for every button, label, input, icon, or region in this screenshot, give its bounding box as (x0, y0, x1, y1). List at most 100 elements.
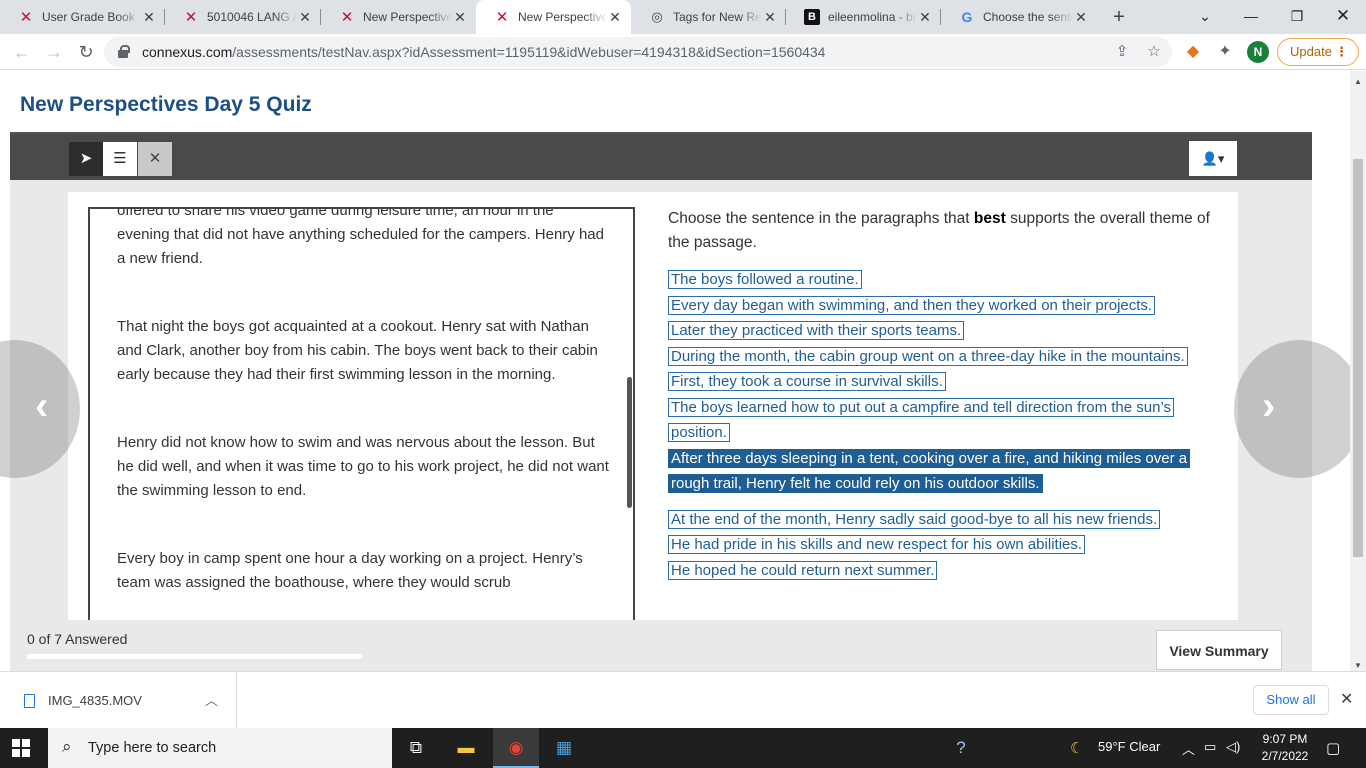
sentence-option[interactable]: He hoped he could return next summer. (668, 558, 1218, 584)
brainly-favicon-icon: B (804, 9, 820, 25)
sentence-option[interactable]: The boys followed a routine. (668, 267, 1218, 293)
close-tab-icon[interactable]: ✕ (1073, 9, 1089, 26)
sentence-option[interactable]: Every day began with swimming, and then … (668, 293, 1218, 319)
scroll-down-arrow-icon[interactable]: ▼ (1350, 661, 1366, 670)
cross-out-icon: ✕ (148, 150, 162, 167)
tab-strip: ✕ User Grade Book ✕ ✕ 5010046 LANG A ✕ ✕… (0, 0, 1366, 34)
sentence-option[interactable]: He had pride in his skills and new respe… (668, 532, 1218, 558)
progress-bar (27, 654, 362, 659)
eliminate-tool-button[interactable]: ✕ (138, 142, 172, 176)
passage-paragraph: Every boy in camp spent one hour a day w… (117, 550, 583, 591)
web-page: New Perspectives Day 5 Quiz ➤ ☰ ✕ 👤▾ off… (0, 71, 1350, 671)
download-item[interactable]: IMG_4835.MOV ︿ (0, 672, 237, 729)
passage-paragraph: offered to share his video game during l… (117, 207, 604, 267)
notes-tool-button[interactable]: ☰ (103, 142, 137, 176)
page-title: New Perspectives Day 5 Quiz (20, 93, 312, 116)
scroll-up-arrow-icon[interactable]: ▲ (1350, 77, 1366, 86)
user-menu-button[interactable]: 👤▾ (1189, 141, 1237, 176)
new-tab-button[interactable]: + (1106, 4, 1132, 30)
passage-text: offered to share his video game during l… (117, 207, 609, 620)
update-button[interactable]: Update ⋮ (1277, 38, 1359, 66)
connexus-favicon-icon: ✕ (495, 9, 509, 26)
passage-paragraph: Henry did not know how to swim and was n… (117, 434, 609, 499)
tab-user-grade-book[interactable]: ✕ User Grade Book ✕ (0, 0, 165, 34)
close-tab-icon[interactable]: ✕ (141, 9, 157, 26)
downloads-bar: IMG_4835.MOV ︿ Show all ✕ (0, 671, 1366, 729)
show-all-button[interactable]: Show all (1253, 685, 1329, 715)
chrome-icon[interactable]: ◉ (501, 733, 531, 763)
sentence-option[interactable]: During the month, the cabin group went o… (668, 344, 1218, 370)
sentence-option[interactable]: First, they took a course in survival sk… (668, 369, 1218, 395)
volume-icon[interactable]: ◁) (1226, 739, 1240, 755)
forward-button[interactable]: → (42, 40, 66, 64)
passage-panel[interactable]: offered to share his video game during l… (88, 207, 635, 620)
close-tab-icon[interactable]: ✕ (297, 9, 313, 26)
pointer-tool-button[interactable]: ➤ (69, 142, 103, 176)
lock-icon (118, 45, 130, 58)
url-text[interactable]: connexus.com/assessments/testNav.aspx?id… (142, 44, 825, 60)
close-tab-icon[interactable]: ✕ (452, 9, 468, 26)
connexus-favicon-icon: ✕ (340, 9, 354, 26)
answered-status: 0 of 7 Answered (27, 631, 128, 647)
minimize-button[interactable]: — (1228, 0, 1274, 34)
weather-status[interactable]: 59°F Clear (1098, 739, 1160, 754)
reload-button[interactable]: ↻ (74, 40, 98, 64)
question-panel: Choose the sentence in the paragraphs th… (668, 207, 1218, 583)
passage-scrollbar[interactable] (627, 377, 632, 508)
tab-new-perspectives-active[interactable]: ✕ New Perspectives ✕ (476, 0, 631, 34)
task-view-icon[interactable]: ⧉ (401, 733, 431, 763)
search-icon: ⌕ (62, 737, 72, 756)
close-window-button[interactable]: ✕ (1320, 0, 1366, 34)
question-prompt: Choose the sentence in the paragraphs th… (668, 210, 1210, 251)
network-icon[interactable]: ▭ (1204, 739, 1216, 755)
browser-toolbar: ← → ↻ connexus.com/assessments/testNav.a… (0, 34, 1366, 70)
chevron-up-icon[interactable]: ︿ (205, 690, 218, 709)
file-icon (24, 694, 35, 708)
bookmark-star-icon[interactable]: ☆ (1144, 42, 1164, 62)
sentence-option[interactable]: Later they practiced with their sports t… (668, 318, 1218, 344)
close-tab-icon[interactable]: ✕ (917, 9, 933, 26)
tab-brainly[interactable]: B eileenmolina - br ✕ (786, 0, 941, 34)
connexus-favicon-icon: ✕ (19, 9, 33, 26)
weather-moon-icon: ☾ (1070, 740, 1084, 757)
help-icon[interactable]: ? (946, 733, 976, 763)
share-icon[interactable]: ⇪ (1112, 42, 1132, 62)
page-scrollbar[interactable]: ▲ ▼ (1350, 71, 1366, 671)
scrollbar-thumb[interactable] (1353, 159, 1363, 557)
address-bar[interactable]: connexus.com/assessments/testNav.aspx?id… (104, 37, 1172, 67)
close-tab-icon[interactable]: ✕ (607, 9, 623, 26)
close-downloads-icon[interactable]: ✕ (1340, 689, 1353, 709)
back-button[interactable]: ← (10, 40, 34, 64)
notepad-icon: ☰ (113, 150, 127, 167)
next-question-button[interactable]: › (1234, 340, 1350, 478)
question-content: offered to share his video game during l… (68, 192, 1238, 620)
file-explorer-icon[interactable]: ▬ (451, 733, 481, 763)
google-favicon-icon: G (961, 9, 973, 25)
connexus-favicon-icon: ✕ (184, 9, 198, 26)
windows-taskbar: ⌕ Type here to search ⧉ ▬ ◉ ▦ ? ☾ 59°F C… (0, 728, 1366, 768)
restore-button[interactable]: ❐ (1274, 0, 1320, 34)
extensions-puzzle-icon[interactable]: ✦ (1213, 40, 1237, 64)
windows-start-icon[interactable] (12, 739, 30, 757)
calculator-icon[interactable]: ▦ (549, 733, 579, 763)
chevron-right-icon: › (1262, 384, 1276, 428)
metamask-extension-icon[interactable]: ◆ (1181, 40, 1205, 64)
tags-favicon-icon: ◎ (651, 9, 663, 24)
view-summary-button[interactable]: View Summary (1156, 630, 1282, 670)
profile-avatar[interactable]: N (1247, 41, 1269, 63)
sentence-option[interactable]: At the end of the month, Henry sadly sai… (668, 507, 1218, 533)
tab-tags[interactable]: ◎ Tags for New Re ✕ (631, 0, 786, 34)
tab-new-perspectives[interactable]: ✕ New Perspectives ✕ (321, 0, 476, 34)
notifications-icon[interactable]: ▢ (1326, 739, 1340, 757)
show-hidden-icons-icon[interactable]: ︿ (1182, 739, 1195, 758)
taskbar-clock[interactable]: 9:07 PM 2/7/2022 (1256, 731, 1314, 765)
sentence-option[interactable]: The boys learned how to put out a campfi… (668, 395, 1218, 446)
taskbar-search-box[interactable]: ⌕ Type here to search (48, 728, 392, 768)
tab-lang-a[interactable]: ✕ 5010046 LANG A ✕ (165, 0, 321, 34)
tab-search-chevron-icon[interactable]: ⌄ (1182, 0, 1228, 34)
tab-google-search[interactable]: G Choose the sente ✕ (941, 0, 1097, 34)
sentence-option-selected[interactable]: After three days sleeping in a tent, coo… (668, 446, 1218, 497)
cursor-arrow-icon: ➤ (79, 150, 93, 167)
passage-paragraph: That night the boys got acquainted at a … (117, 318, 598, 383)
close-tab-icon[interactable]: ✕ (762, 9, 778, 26)
